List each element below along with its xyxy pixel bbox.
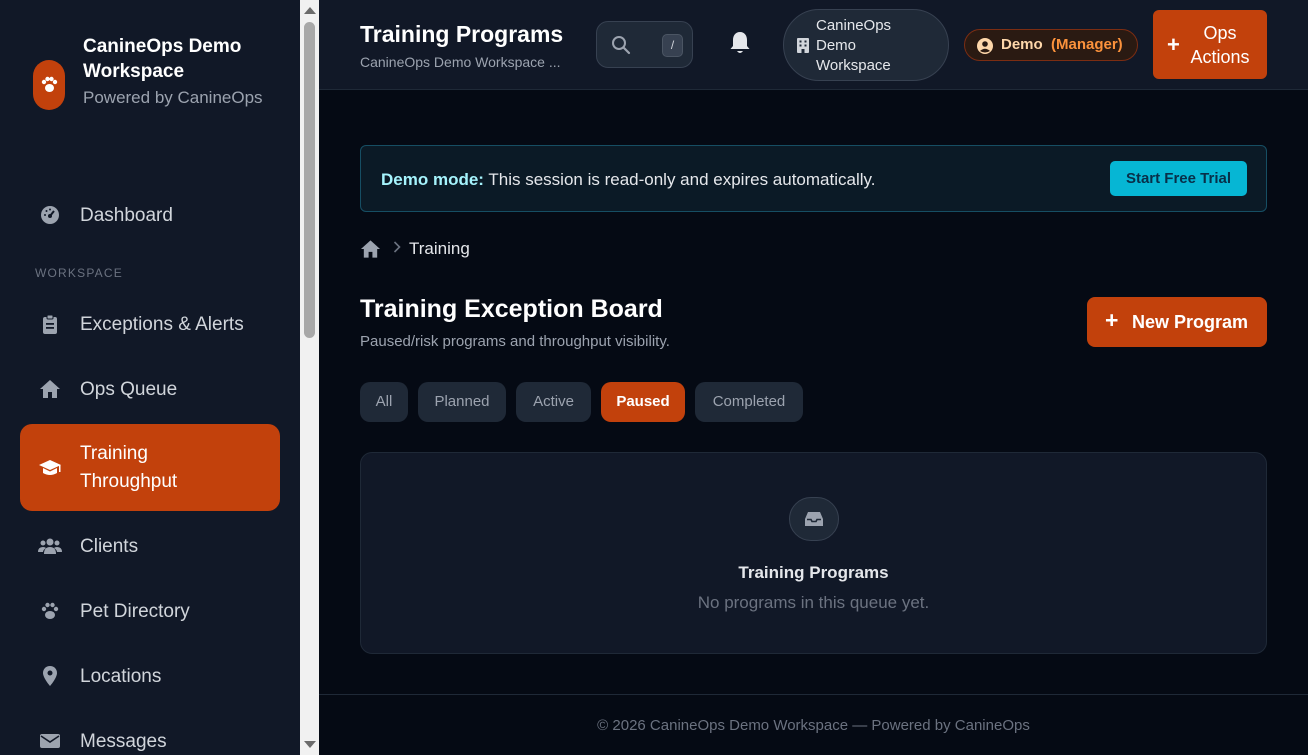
sidebar-scrollbar[interactable] [300,0,319,755]
banner-text: Demo mode: This session is read-only and… [381,170,875,190]
sidebar-item-label: Clients [80,535,139,557]
envelope-icon [38,729,62,753]
workspace-label: CanineOps Demo Workspace [816,17,892,74]
banner-message: This session is read-only and expires au… [483,170,876,189]
building-icon [797,38,809,58]
paw-icon [38,599,62,623]
plus-icon: + [1167,32,1180,57]
chevron-right-icon [393,240,401,258]
sidebar-item-training-throughput[interactable]: Training Throughput [20,424,280,511]
sidebar-item-pet-directory[interactable]: Pet Directory [20,593,280,629]
graduation-cap-icon [38,456,62,480]
ops-actions-button[interactable]: + Ops Actions [1153,10,1267,79]
top-header: Training Programs CanineOps Demo Workspa… [319,0,1308,90]
bell-icon[interactable] [729,31,751,60]
search-icon [611,35,631,60]
scroll-down-arrow-icon[interactable] [304,741,316,748]
board-subtitle: Paused/risk programs and throughput visi… [360,333,670,350]
sidebar-item-dashboard[interactable]: Dashboard [20,197,280,233]
sidebar-item-messages[interactable]: Messages [20,723,280,755]
brand-title: CanineOps Demo Workspace [83,36,242,82]
users-icon [38,534,62,558]
role-level: (Manager) [1051,36,1123,53]
ops-actions-label: Ops Actions [1190,23,1250,67]
clipboard-icon [38,312,62,336]
filter-completed[interactable]: Completed [695,382,803,422]
sidebar-item-ops-queue[interactable]: Ops Queue [20,371,280,407]
filter-all[interactable]: All [360,382,408,422]
sidebar-item-label: Messages [80,730,167,752]
sidebar-item-label: Locations [80,665,162,687]
brand-subtitle: Powered by CanineOps [83,88,263,107]
filter-active[interactable]: Active [516,382,591,422]
home-icon [38,377,62,401]
new-program-label: New Program [1132,312,1249,332]
search-button[interactable]: / [596,21,693,68]
map-pin-icon [38,664,62,688]
page-subtitle: CanineOps Demo Workspace ... [360,54,561,70]
sidebar-item-label: Training Throughput [80,442,178,492]
filter-planned[interactable]: Planned [418,382,506,422]
footer: © 2026 CanineOps Demo Workspace — Powere… [319,694,1308,755]
empty-state-card: Training Programs No programs in this qu… [360,452,1267,654]
inbox-icon [789,497,839,541]
home-icon[interactable] [360,239,381,259]
breadcrumb: Training [360,239,470,259]
user-circle-icon [977,38,993,59]
demo-mode-banner: Demo mode: This session is read-only and… [360,145,1267,212]
sidebar-item-label: Exceptions & Alerts [80,313,244,335]
brand: CanineOps Demo Workspace Powered by Cani… [33,34,263,110]
sidebar-item-label: Dashboard [80,204,173,226]
sidebar-item-clients[interactable]: Clients [20,528,280,564]
banner-strong: Demo mode: [381,170,484,189]
paw-logo-icon [33,60,65,110]
role-badge[interactable]: Demo (Manager) [964,29,1138,61]
plus-icon: + [1105,307,1119,333]
breadcrumb-current: Training [409,239,470,258]
scroll-thumb[interactable] [304,22,315,338]
board-title: Training Exception Board [360,295,663,323]
sidebar-section-label: WORKSPACE [35,266,123,280]
gauge-icon [38,203,62,227]
sidebar-item-exceptions[interactable]: Exceptions & Alerts [20,306,280,342]
empty-state-text: No programs in this queue yet. [697,593,930,612]
search-shortcut-key: / [662,34,683,57]
role-name: Demo [1001,36,1043,53]
sidebar-item-label: Ops Queue [80,378,178,400]
footer-text: © 2026 CanineOps Demo Workspace — Powere… [597,717,1030,734]
page-title: Training Programs [360,21,564,47]
sidebar-item-locations[interactable]: Locations [20,658,280,694]
workspace-switcher[interactable]: CanineOps Demo Workspace [783,9,949,81]
filter-paused[interactable]: Paused [601,382,685,422]
new-program-button[interactable]: + New Program [1087,297,1267,347]
start-free-trial-button[interactable]: Start Free Trial [1110,161,1247,196]
sidebar: CanineOps Demo Workspace Powered by Cani… [0,0,300,755]
empty-state-title: Training Programs [738,563,889,582]
sidebar-item-label: Pet Directory [80,600,190,622]
scroll-up-arrow-icon[interactable] [304,7,316,14]
